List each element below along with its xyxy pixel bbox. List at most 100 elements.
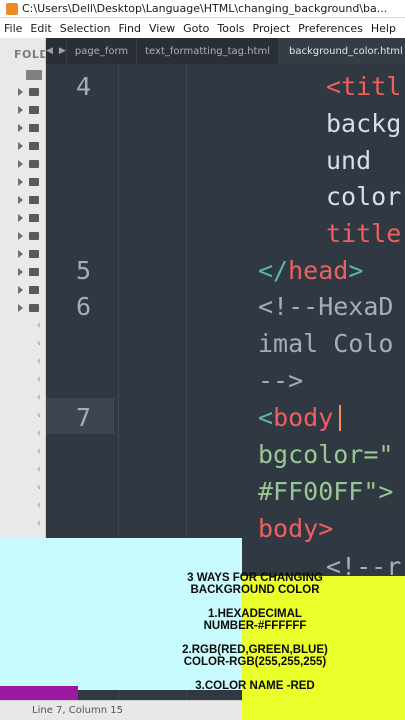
folder-icon: [29, 142, 39, 150]
folder-icon: [29, 286, 39, 294]
chevron-left-icon[interactable]: ‹: [37, 410, 41, 421]
chevron-left-icon[interactable]: ‹: [37, 500, 41, 511]
tree-arrow-icon: [18, 250, 23, 258]
caption-item-name: 3.COLOR NAME -RED: [195, 680, 315, 692]
tab-label: text_formatting_tag.html: [145, 45, 270, 57]
folder-icon: [29, 304, 39, 312]
menu-selection[interactable]: Selection: [56, 22, 115, 35]
chevron-left-icon[interactable]: ‹: [37, 374, 41, 385]
tree-folder-item[interactable]: [18, 158, 45, 170]
caption-item-rgb: COLOR-RGB(255,255,255): [183, 656, 327, 668]
chevron-left-icon[interactable]: ‹: [37, 338, 41, 349]
tab-nav: ◀ ▶: [46, 38, 66, 64]
tree-arrow-icon: [18, 124, 23, 132]
text-cursor: [339, 405, 342, 431]
line-number: 4: [76, 72, 92, 101]
menu-find[interactable]: Find: [114, 22, 145, 35]
chevron-left-icon[interactable]: ‹: [37, 482, 41, 493]
tree-arrow-icon: [18, 106, 23, 114]
folder-icon: [29, 214, 39, 222]
line-number: 7: [76, 403, 92, 432]
code-line: backg: [326, 109, 402, 138]
code-token: </: [258, 256, 289, 285]
tab-next-icon[interactable]: ▶: [59, 46, 66, 56]
code-line: -->: [258, 366, 304, 395]
tree-arrow-icon: [18, 88, 23, 96]
tree-folder-item[interactable]: [18, 212, 45, 224]
folder-icon: [29, 88, 39, 96]
menu-view[interactable]: View: [145, 22, 179, 35]
tree-arrow-icon: [18, 196, 23, 204]
chevron-left-icon[interactable]: ‹: [37, 428, 41, 439]
tab-text-formatting[interactable]: text_formatting_tag.html: [136, 38, 278, 64]
code-line: und: [326, 146, 372, 175]
tree-arrow-icon: [18, 232, 23, 240]
code-token: >: [348, 256, 364, 285]
code-line: </head>: [258, 256, 363, 285]
code-token: body: [273, 403, 334, 432]
magenta-overlay-block: [0, 686, 78, 700]
caption-item-hex: 1.HEXADECIMAL: [208, 608, 302, 620]
code-line: color: [326, 182, 402, 211]
window-title: C:\Users\Dell\Desktop\Language\HTML\chan…: [22, 2, 388, 15]
tab-background-color[interactable]: background_color.html: [277, 38, 405, 64]
tree-folder-item[interactable]: [18, 176, 45, 188]
tree-folder-item[interactable]: [18, 140, 45, 152]
status-position: Line 7, Column 15: [32, 705, 123, 716]
chevron-left-icon[interactable]: ‹: [37, 464, 41, 475]
caption-item-rgb: 2.RGB(RED,GREEN,BLUE): [182, 644, 328, 656]
tree-folder-item[interactable]: [18, 122, 45, 134]
menu-file[interactable]: File: [0, 22, 26, 35]
folder-icon: [29, 250, 39, 258]
folder-icon: [29, 268, 39, 276]
menu-tools[interactable]: Tools: [213, 22, 248, 35]
code-token: <: [258, 403, 274, 432]
tree-folder-item[interactable]: [18, 104, 45, 116]
tab-page-form[interactable]: page_form: [65, 38, 136, 64]
tree-folder-item[interactable]: [18, 302, 45, 314]
window-titlebar: C:\Users\Dell\Desktop\Language\HTML\chan…: [0, 0, 405, 18]
tab-prev-icon[interactable]: ◀: [46, 46, 53, 56]
code-line: <titl: [326, 72, 402, 101]
code-line: bgcolor=": [258, 440, 394, 469]
tree-folder-item[interactable]: [18, 194, 45, 206]
folder-icon: [29, 232, 39, 240]
chevron-left-icon[interactable]: ‹: [37, 320, 41, 331]
tree-arrow-icon: [18, 160, 23, 168]
tree-folder-item[interactable]: [18, 266, 45, 278]
code-token: head: [288, 256, 349, 285]
open-folder-icon[interactable]: [26, 70, 42, 80]
caption-item-hex: NUMBER-#FFFFFF: [203, 620, 307, 632]
tab-bar: ◀ ▶ page_form text_formatting_tag.html b…: [46, 38, 405, 64]
menu-goto[interactable]: Goto: [179, 22, 213, 35]
tree-arrow-icon: [18, 178, 23, 186]
menu-help[interactable]: Help: [367, 22, 400, 35]
folder-icon: [29, 160, 39, 168]
menu-edit[interactable]: Edit: [26, 22, 55, 35]
tree-arrow-icon: [18, 214, 23, 222]
line-number: 5: [76, 256, 92, 285]
tree-arrow-icon: [18, 286, 23, 294]
sidebar-header: FOLD: [14, 48, 46, 61]
folder-icon: [29, 178, 39, 186]
tree-folder-item[interactable]: [18, 284, 45, 296]
menu-project[interactable]: Project: [249, 22, 295, 35]
line-number: 6: [76, 292, 92, 321]
chevron-left-icon[interactable]: ‹: [37, 356, 41, 367]
code-line: title: [326, 219, 402, 248]
tree-folder-item[interactable]: [18, 248, 45, 260]
tree-arrow-icon: [18, 268, 23, 276]
folder-icon: [29, 124, 39, 132]
menu-preferences[interactable]: Preferences: [294, 22, 367, 35]
chevron-left-icon[interactable]: ‹: [37, 518, 41, 529]
code-line: <body: [258, 403, 342, 432]
folder-icon: [29, 196, 39, 204]
tab-label: background_color.html: [288, 45, 403, 57]
tree-folder-item[interactable]: [18, 230, 45, 242]
tree-arrow-icon: [18, 142, 23, 150]
tree-folder-item[interactable]: [18, 86, 45, 98]
chevron-left-icon[interactable]: ‹: [37, 392, 41, 403]
tree-arrow-icon: [18, 304, 23, 312]
sublime-app-icon: [6, 2, 18, 15]
chevron-left-icon[interactable]: ‹: [37, 446, 41, 457]
